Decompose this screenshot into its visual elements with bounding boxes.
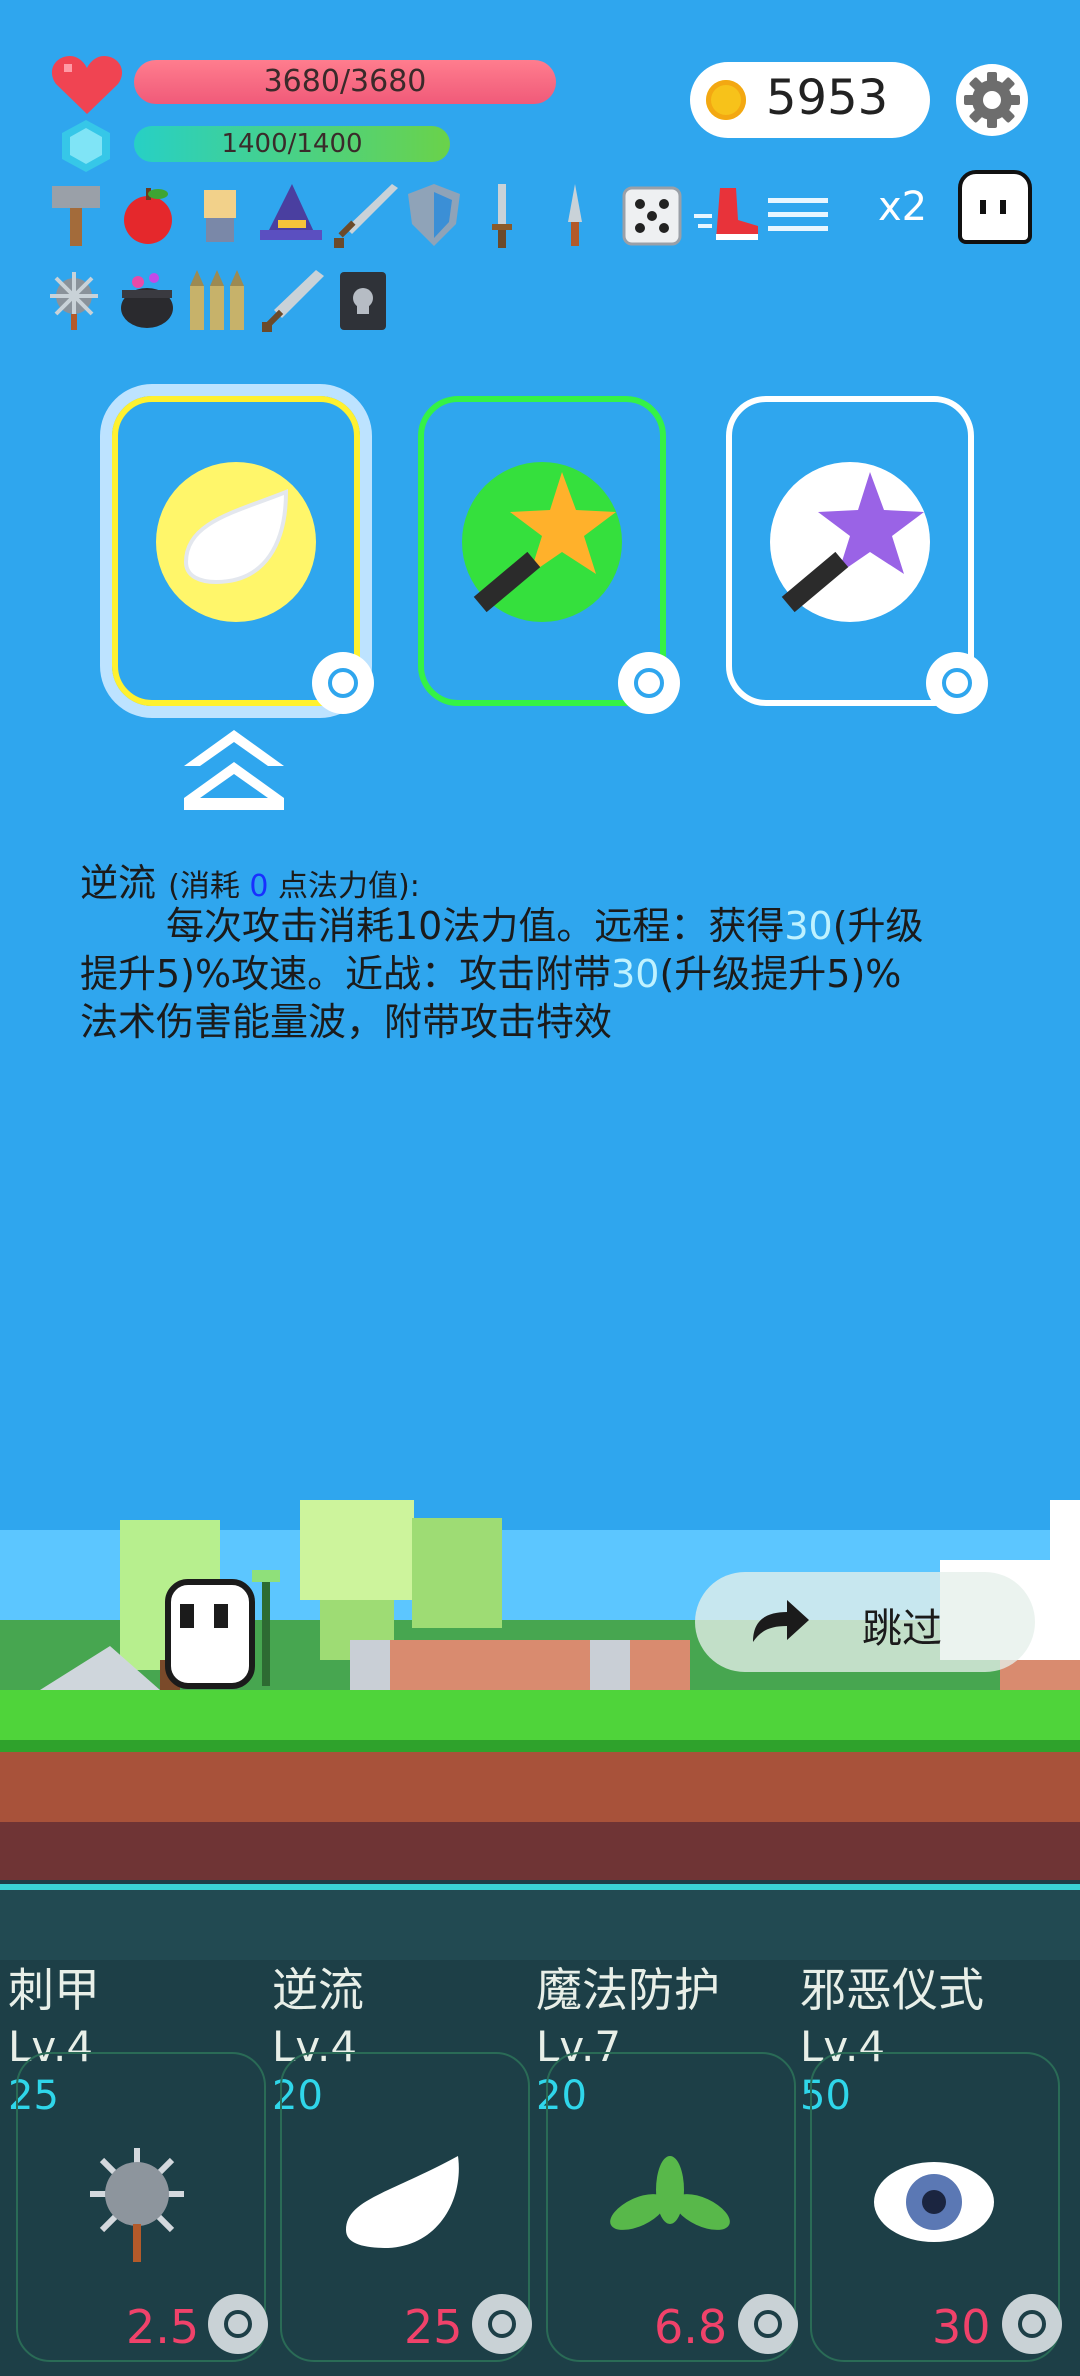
dagger-icon[interactable]	[488, 180, 514, 252]
skill-cost: (消耗 0 点法力值):	[168, 869, 420, 904]
fence	[350, 1640, 690, 1690]
broadsword-icon[interactable]	[258, 266, 326, 334]
boot-icon[interactable]	[692, 184, 762, 246]
cost-value: 0	[249, 869, 269, 904]
skull-book-icon[interactable]	[336, 268, 390, 334]
skill-value: 6.8	[654, 2300, 728, 2354]
apple-icon[interactable]	[118, 184, 178, 246]
cost-suffix: 点法力值):	[268, 869, 420, 904]
skill-value: 30	[932, 2300, 991, 2354]
skill-choice-card-1[interactable]	[112, 396, 374, 714]
refresh-choice-button[interactable]	[618, 652, 680, 714]
desc-value: 30	[784, 904, 833, 948]
spiked-mace-icon[interactable]	[44, 270, 104, 332]
skip-label[interactable]: 跳过	[862, 1596, 942, 1654]
tree	[412, 1518, 502, 1628]
arrows-icon[interactable]	[766, 190, 832, 240]
desc-text: (升级	[832, 904, 924, 948]
cost-prefix: (消耗	[168, 869, 250, 904]
wing-orb-icon	[156, 462, 316, 622]
knife-icon[interactable]	[562, 182, 588, 250]
wizard-hat-icon[interactable]	[258, 180, 324, 246]
skill-name: 逆流	[272, 1963, 364, 2017]
sword-icon[interactable]	[330, 180, 400, 250]
upgrade-button[interactable]	[1002, 2294, 1062, 2354]
skill-value: 25	[404, 2300, 463, 2354]
dirt	[0, 1752, 1080, 1822]
game-scene	[0, 1500, 1080, 1880]
desc-line-1: 每次攻击消耗10法力值。远程：获得30(升级	[80, 902, 1000, 950]
skill-value: 2.5	[126, 2300, 200, 2354]
desc-value: 30	[611, 952, 660, 996]
refresh-choice-button[interactable]	[312, 652, 374, 714]
skill-name: 邪恶仪式	[800, 1963, 984, 2017]
wing-icon	[346, 2156, 459, 2248]
spiked-ball-icon	[90, 2148, 184, 2262]
refresh-choice-button[interactable]	[926, 652, 988, 714]
skill-name: 魔法防护	[536, 1963, 720, 2017]
selected-indicator-icon	[184, 730, 284, 810]
skill-title: 逆流	[80, 861, 157, 905]
player-character	[165, 1570, 280, 1689]
ghost-icon[interactable]	[958, 170, 1032, 244]
shield-icon[interactable]	[404, 180, 464, 250]
purple-star-wand-icon	[770, 462, 930, 622]
desc-text: 提升5)%攻速。近战：攻击附带	[80, 952, 612, 996]
skill-description-title: 逆流 (消耗 0 点法力值):	[80, 852, 420, 907]
tree	[300, 1500, 414, 1600]
upgrade-button[interactable]	[208, 2294, 268, 2354]
redo-arrow-icon	[753, 1600, 809, 1642]
leaf-icon	[610, 2156, 730, 2230]
cauldron-icon[interactable]	[116, 268, 178, 332]
dice-icon[interactable]	[620, 182, 684, 248]
desc-text: 每次攻击消耗10法力值。远程：获得	[166, 904, 785, 948]
upgrade-button[interactable]	[738, 2294, 798, 2354]
gauntlet-icon[interactable]	[196, 184, 244, 246]
desc-line-2: 提升5)%攻速。近战：攻击附带30(升级提升5)%	[80, 950, 1000, 998]
gold-star-wand-icon	[462, 462, 622, 622]
upgrade-button[interactable]	[472, 2294, 532, 2354]
skill-name: 刺甲	[8, 1963, 100, 2017]
eye-icon	[874, 2162, 994, 2242]
hammer-icon[interactable]	[48, 182, 104, 248]
skill-description-body: 每次攻击消耗10法力值。远程：获得30(升级 提升5)%攻速。近战：攻击附带30…	[80, 902, 1000, 1046]
desc-text: (升级提升5)%	[659, 952, 902, 996]
skill-choice-card-2[interactable]	[418, 396, 680, 714]
bullets-icon[interactable]	[186, 268, 252, 332]
desc-line-3: 法术伤害能量波，附带攻击特效	[80, 1000, 613, 1044]
skill-choice-card-3[interactable]	[726, 396, 988, 714]
inventory-bar: x2	[0, 0, 1080, 340]
speed-multiplier[interactable]: x2	[878, 184, 927, 230]
